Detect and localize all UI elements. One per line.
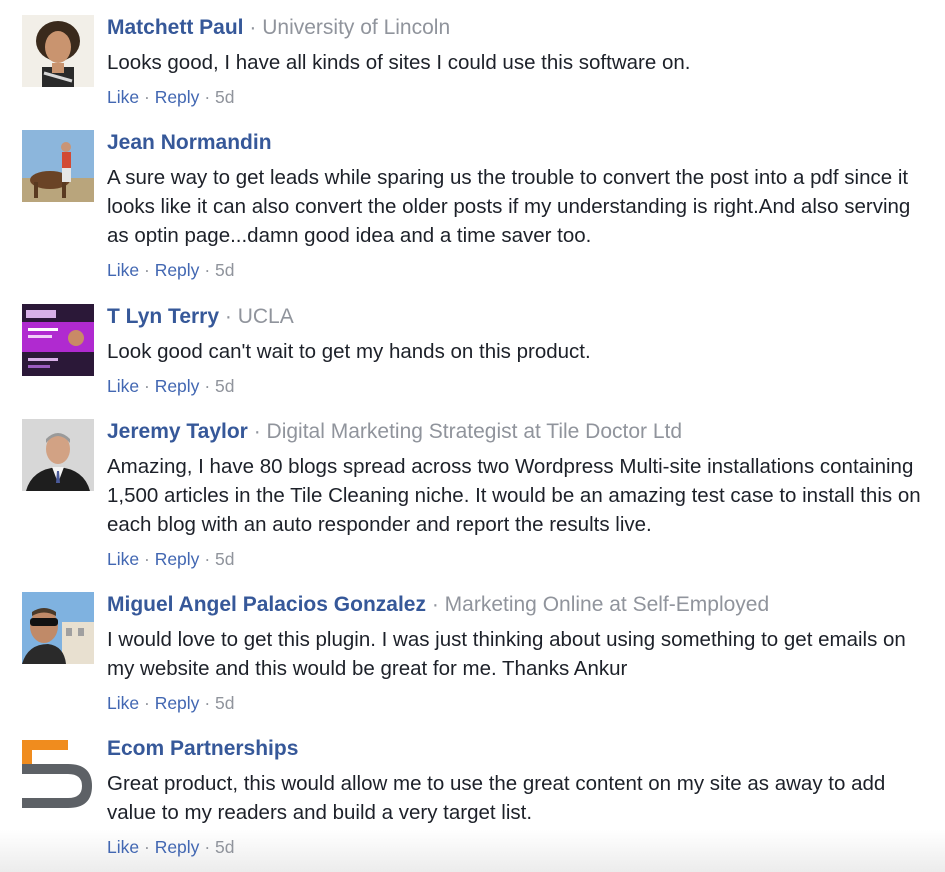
author-name[interactable]: Jeremy Taylor [107,420,248,443]
timestamp[interactable]: 5d [215,837,234,857]
reply-link[interactable]: Reply [155,376,200,396]
comment-actions: Like · Reply · 5d [107,86,927,108]
separator: · [143,549,150,569]
avatar[interactable] [22,130,94,202]
separator: · [143,376,150,396]
separator: · [204,376,211,396]
separator: · [204,549,211,569]
avatar[interactable] [22,419,94,491]
timestamp[interactable]: 5d [215,549,234,569]
comment-text: Great product, this would allow me to us… [107,772,886,824]
separator: · [253,420,261,443]
timestamp[interactable]: 5d [215,376,234,396]
author-name[interactable]: Miguel Angel Palacios Gonzalez [107,593,426,616]
like-link[interactable]: Like [107,260,139,280]
reply-link[interactable]: Reply [155,693,200,713]
like-link[interactable]: Like [107,693,139,713]
separator: · [143,87,150,107]
reply-link[interactable]: Reply [155,837,200,857]
like-link[interactable]: Like [107,376,139,396]
author-affiliation: University of Lincoln [262,16,451,39]
timestamp[interactable]: 5d [215,260,234,280]
separator: · [204,693,211,713]
like-link[interactable]: Like [107,837,139,857]
comment-text: Look good can't wait to get my hands on … [107,340,591,363]
reply-link[interactable]: Reply [155,549,200,569]
comment-actions: Like · Reply · 5d [107,375,927,397]
comment-text: I would love to get this plugin. I was j… [107,628,906,680]
author-name[interactable]: Jean Normandin [107,131,272,154]
separator: · [204,260,211,280]
comment-text: A sure way to get leads while sparing us… [107,166,911,247]
comment-actions: Like · Reply · 5d [107,259,927,281]
separator: · [204,87,211,107]
like-link[interactable]: Like [107,87,139,107]
separator: · [143,260,150,280]
reply-link[interactable]: Reply [155,87,200,107]
comment-actions: Like · Reply · 5d [107,692,927,714]
ecom-logo-icon [22,736,94,808]
author-affiliation: UCLA [237,305,294,328]
separator: · [204,837,211,857]
avatar[interactable] [22,592,94,664]
author-affiliation: Digital Marketing Strategist at Tile Doc… [266,420,683,443]
author-affiliation: Marketing Online at Self-Employed [444,593,770,616]
separator: · [224,305,232,328]
avatar[interactable] [22,15,94,87]
like-link[interactable]: Like [107,549,139,569]
comment-list: Matchett Paul · University of Lincoln Lo… [0,0,945,872]
avatar[interactable] [22,736,94,808]
separator: · [249,16,257,39]
author-name[interactable]: T Lyn Terry [107,305,219,328]
reply-link[interactable]: Reply [155,260,200,280]
separator: · [143,837,150,857]
comment-text: Amazing, I have 80 blogs spread across t… [107,455,921,536]
comment-actions: Like · Reply · 5d [107,836,927,858]
separator: · [431,593,439,616]
author-name[interactable]: Ecom Partnerships [107,737,298,760]
author-name[interactable]: Matchett Paul [107,16,244,39]
comment-text: Looks good, I have all kinds of sites I … [107,51,691,74]
avatar[interactable] [22,304,94,376]
comment-actions: Like · Reply · 5d [107,548,927,570]
separator: · [143,693,150,713]
timestamp[interactable]: 5d [215,693,234,713]
timestamp[interactable]: 5d [215,87,234,107]
